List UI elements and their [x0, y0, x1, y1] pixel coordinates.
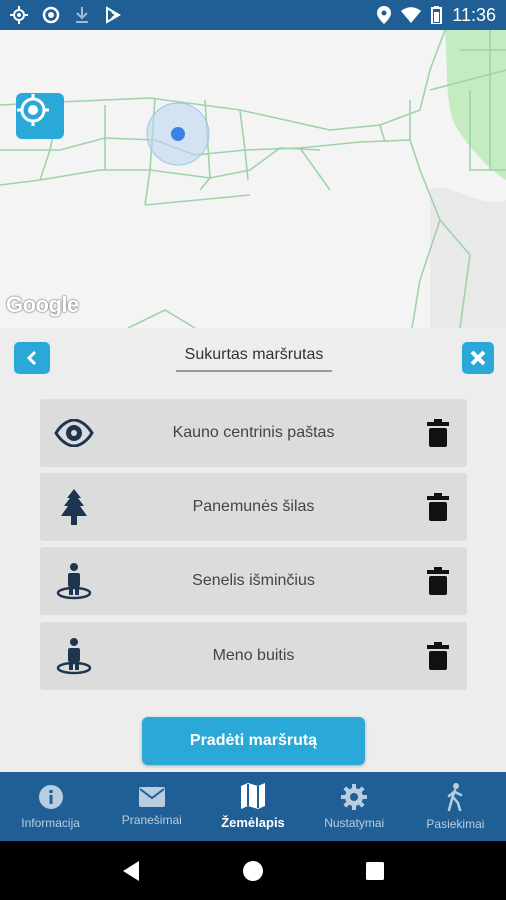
map-view[interactable]: Google	[0, 30, 506, 328]
nav-item-pranesimai[interactable]: Pranešimai	[101, 772, 202, 841]
map-icon	[241, 783, 265, 809]
nav-label: Žemėlapis	[221, 815, 285, 830]
trash-icon[interactable]	[427, 642, 449, 670]
back-triangle-icon[interactable]	[121, 860, 141, 882]
download-icon	[76, 7, 88, 23]
tree-icon	[54, 487, 94, 527]
start-route-button[interactable]: Pradėti maršrutą	[142, 717, 365, 765]
person-pin-icon	[54, 561, 94, 601]
trash-icon[interactable]	[427, 493, 449, 521]
home-circle-icon[interactable]	[242, 860, 264, 882]
nav-label: Pasiekimai	[426, 816, 485, 831]
locate-me-button[interactable]	[16, 93, 64, 139]
bottom-navigation: Informacija Pranešimai Žemėlapis Nustaty…	[0, 772, 506, 841]
nav-label: Nustatymai	[324, 815, 385, 830]
status-bar: 11:36	[0, 0, 506, 30]
close-button[interactable]	[462, 342, 494, 374]
nav-label: Pranešimai	[121, 812, 182, 827]
close-icon	[470, 350, 486, 366]
route-item-label: Kauno centrinis paštas	[172, 424, 335, 441]
battery-icon	[431, 6, 443, 24]
nav-item-informacija[interactable]: Informacija	[0, 772, 101, 841]
crosshair-icon	[17, 94, 49, 126]
nav-label: Informacija	[21, 815, 80, 830]
route-item-label: Senelis išminčius	[192, 572, 315, 589]
route-item-label: Panemunės šilas	[192, 498, 315, 515]
app-notification-icon	[106, 6, 121, 24]
location-pin-icon	[377, 6, 392, 24]
nav-item-pasiekimai[interactable]: Pasiekimai	[405, 772, 506, 841]
mail-icon	[138, 786, 165, 807]
location-icon	[10, 6, 28, 24]
route-panel: Sukurtas maršrutas Kauno centrinis pašta…	[0, 328, 506, 772]
eye-icon	[54, 413, 94, 453]
route-item[interactable]: Kauno centrinis paštas	[40, 399, 467, 467]
chevron-left-icon	[26, 350, 37, 366]
walking-icon	[448, 782, 463, 811]
gear-icon	[341, 783, 368, 810]
trash-icon[interactable]	[427, 567, 449, 595]
info-icon	[38, 784, 63, 809]
back-button[interactable]	[14, 342, 50, 374]
trash-icon[interactable]	[427, 419, 449, 447]
status-time: 11:36	[452, 4, 496, 25]
nav-item-nustatymai[interactable]: Nustatymai	[304, 772, 405, 841]
wifi-icon	[401, 7, 422, 23]
system-navigation-bar	[0, 841, 506, 900]
circle-notification-icon	[42, 6, 60, 24]
person-pin-icon	[54, 636, 94, 676]
route-item[interactable]: Senelis išminčius	[40, 547, 467, 615]
recents-square-icon[interactable]	[365, 861, 385, 881]
route-title: Sukurtas maršrutas	[176, 344, 332, 372]
route-item-label: Meno buitis	[212, 647, 295, 664]
map-roads	[0, 30, 506, 328]
route-item[interactable]: Meno buitis	[40, 622, 467, 690]
route-item[interactable]: Panemunės šilas	[40, 473, 467, 541]
nav-item-zemelapis[interactable]: Žemėlapis	[202, 772, 303, 841]
google-attribution: Google	[6, 292, 79, 317]
